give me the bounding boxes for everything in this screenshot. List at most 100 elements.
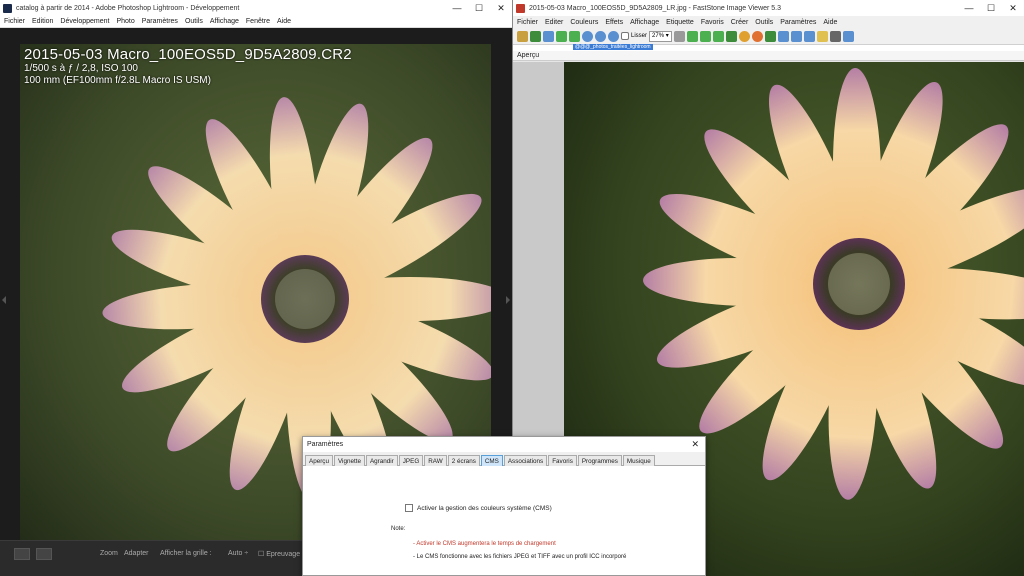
before-after-button[interactable] (36, 548, 52, 560)
close-icon[interactable]: ✕ (691, 437, 699, 452)
zoom-value: 27% (652, 32, 665, 39)
menu-developpement[interactable]: Développement (60, 18, 109, 25)
faststone-app-icon (516, 3, 525, 13)
menu-fichier[interactable]: Fichier (4, 18, 25, 25)
tab-jpeg[interactable]: JPEG (398, 455, 424, 466)
note-warning: - Activer le CMS augmentera le temps de … (413, 541, 556, 547)
crop-icon[interactable] (712, 30, 724, 42)
menu-etiquette[interactable]: Etiquette (666, 19, 694, 26)
auto-dropdown[interactable]: Auto ÷ (228, 550, 248, 557)
menu-parametres[interactable]: Paramètres (142, 18, 178, 25)
histogram-icon[interactable] (777, 30, 789, 42)
menu-aide[interactable]: Aide (277, 18, 291, 25)
folder-path: @@@_photos_traitées_lightroom (573, 44, 653, 50)
photo-exposure: 1/500 s à ƒ / 2,8, ISO 100 (24, 63, 138, 74)
menu-fenetre[interactable]: Fenêtre (246, 18, 270, 25)
menu-outils[interactable]: Outils (755, 19, 773, 26)
tab-musique[interactable]: Musique (622, 455, 655, 466)
tab-2-ecrans[interactable]: 2 écrans (447, 455, 480, 466)
cms-checkbox[interactable]: Activer la gestion des couleurs système … (405, 504, 552, 512)
tab-programmes[interactable]: Programmes (577, 455, 622, 466)
zoom-in-icon[interactable] (582, 30, 593, 42)
minimize-icon[interactable]: — (958, 0, 980, 16)
menu-editer[interactable]: Editer (545, 19, 563, 26)
checkbox-icon[interactable] (405, 504, 413, 512)
tab-agrandir[interactable]: Agrandir (365, 455, 398, 466)
menu-couleurs[interactable]: Couleurs (570, 19, 598, 26)
menu-affichage[interactable]: Affichage (210, 18, 239, 25)
lightroom-app-icon (3, 3, 12, 13)
folder-path-bar[interactable]: @@@_photos_traitées_lightroom (513, 44, 1024, 51)
menu-creer[interactable]: Créer (731, 19, 749, 26)
faststone-toolbar: Lisser 27% ▾ (513, 28, 1024, 45)
dialog-title: Paramètres (307, 441, 344, 448)
menu-photo[interactable]: Photo (116, 18, 134, 25)
proof-label: Epreuvage (266, 551, 301, 558)
faststone-titlebar[interactable]: 2015-05-03 Macro_100EOS5D_9D5A2809_LR.jp… (513, 0, 1024, 16)
prev-folder-icon[interactable] (556, 30, 567, 42)
zoom-select[interactable]: 27% ▾ (649, 30, 672, 42)
faststone-title: 2015-05-03 Macro_100EOS5D_9D5A2809_LR.jp… (529, 4, 782, 12)
hand-tool-icon[interactable] (673, 30, 685, 42)
close-icon[interactable]: ✕ (1002, 0, 1024, 16)
menu-affichage[interactable]: Affichage (630, 19, 659, 26)
menu-favoris[interactable]: Favoris (701, 19, 724, 26)
slideshow-icon[interactable] (764, 30, 776, 42)
faststone-menubar: Fichier Editer Couleurs Effets Affichage… (513, 16, 1024, 28)
edit-icon[interactable] (803, 30, 815, 42)
photo-filename: 2015-05-03 Macro_100EOS5D_9D5A2809.CR2 (24, 46, 352, 63)
cms-checkbox-label: Activer la gestion des couleurs système … (417, 504, 552, 512)
right-panel-toggle-icon[interactable] (506, 296, 510, 304)
menu-effets[interactable]: Effets (605, 19, 623, 26)
photo-info-overlay: 2015-05-03 Macro_100EOS5D_9D5A2809.CR2 1… (24, 46, 352, 87)
lightroom-title: catalog à partir de 2014 - Adobe Photosh… (16, 4, 240, 12)
email-icon[interactable] (816, 30, 828, 42)
smooth-label: Lisser (631, 33, 648, 39)
tab-favoris[interactable]: Favoris (548, 455, 577, 466)
menu-outils[interactable]: Outils (185, 18, 203, 25)
next-folder-icon[interactable] (569, 30, 580, 42)
resize-icon[interactable] (725, 30, 737, 42)
fit-button[interactable]: Adapter (124, 550, 149, 557)
effects-icon[interactable] (751, 30, 763, 42)
tab-raw[interactable]: RAW (424, 455, 447, 466)
menu-parametres[interactable]: Paramètres (780, 19, 816, 26)
maximize-icon[interactable]: ☐ (468, 0, 490, 16)
tab-cms[interactable]: CMS (480, 455, 503, 466)
dialog-tabs: Aperçu Vignette Agrandir JPEG RAW 2 écra… (303, 452, 705, 466)
loupe-view-button[interactable] (14, 548, 30, 560)
grid-dropdown[interactable]: Afficher la grille : (160, 550, 212, 557)
color-icon[interactable] (738, 30, 750, 42)
actual-size-icon[interactable] (608, 30, 619, 42)
close-icon[interactable]: ✕ (490, 0, 512, 16)
menu-edition[interactable]: Edition (32, 18, 53, 25)
zoom-label: Zoom (100, 550, 118, 557)
rotate-right-icon[interactable] (699, 30, 711, 42)
save-icon[interactable] (530, 30, 541, 42)
minimize-icon[interactable]: — (446, 0, 468, 16)
menu-fichier[interactable]: Fichier (517, 19, 538, 26)
rotate-left-icon[interactable] (686, 30, 698, 42)
smooth-checkbox-icon[interactable] (621, 32, 629, 40)
menu-aide[interactable]: Aide (823, 19, 837, 26)
settings-icon[interactable] (842, 30, 854, 42)
dialog-titlebar[interactable]: Paramètres ✕ (303, 437, 705, 452)
lightroom-titlebar[interactable]: catalog à partir de 2014 - Adobe Photosh… (0, 0, 512, 16)
tab-apercu[interactable]: Aperçu (305, 455, 333, 466)
open-icon[interactable] (517, 30, 528, 42)
cms-settings-panel: Activer la gestion des couleurs système … (303, 466, 705, 575)
left-panel-toggle-icon[interactable] (2, 296, 6, 304)
proof-checkbox[interactable]: ☐ Epreuvage (258, 550, 300, 558)
tab-vignette[interactable]: Vignette (333, 455, 365, 466)
settings-dialog: Paramètres ✕ Aperçu Vignette Agrandir JP… (302, 436, 706, 576)
lightroom-menubar: Fichier Edition Développement Photo Para… (0, 16, 512, 28)
tab-associations[interactable]: Associations (503, 455, 548, 466)
acquire-icon[interactable] (543, 30, 554, 42)
zoom-out-icon[interactable] (595, 30, 606, 42)
preview-panel-label: Aperçu (513, 51, 1024, 61)
note-label: Note: (391, 526, 406, 532)
maximize-icon[interactable]: ☐ (980, 0, 1002, 16)
note-info: - Le CMS fonctionne avec les fichiers JP… (413, 554, 627, 560)
compare-icon[interactable] (790, 30, 802, 42)
print-icon[interactable] (829, 30, 841, 42)
